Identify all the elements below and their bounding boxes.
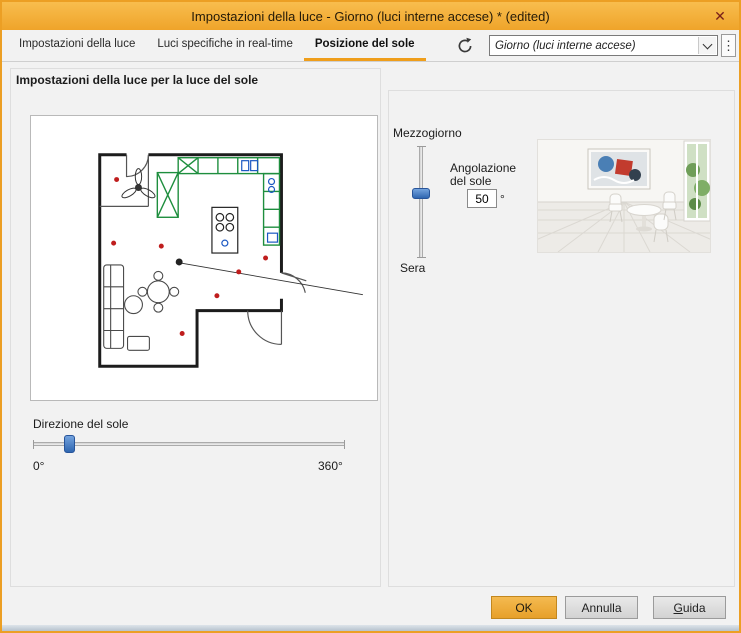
- help-button[interactable]: Guida: [653, 596, 726, 619]
- help-label-rest: uida: [682, 600, 706, 615]
- menu-dots-icon[interactable]: ⋮: [721, 34, 736, 57]
- tab-bar: Impostazioni della luce Luci specifiche …: [2, 30, 739, 62]
- floor-plan-preview: [30, 115, 378, 401]
- noon-label: Mezzogiorno: [393, 126, 462, 140]
- sun-angle-field-row: °: [467, 189, 505, 208]
- tab-posizione-del-sole[interactable]: Posizione del sole: [303, 30, 426, 61]
- slider-track[interactable]: [33, 442, 345, 446]
- help-accesskey: G: [673, 600, 683, 615]
- refresh-icon[interactable]: [456, 37, 474, 55]
- light-preset-select[interactable]: Giorno (luci interne accese): [489, 35, 718, 56]
- slider-tick-top: [417, 146, 426, 147]
- sun-elevation-slider-thumb[interactable]: [412, 188, 430, 199]
- direction-max-label: 360°: [318, 459, 343, 473]
- degree-symbol: °: [500, 191, 505, 206]
- window-bottom-edge: [2, 625, 739, 631]
- sun-render-preview-image: [507, 139, 739, 253]
- tab-impostazioni-della-luce[interactable]: Impostazioni della luce: [8, 30, 146, 58]
- dialog-title: Impostazioni della luce - Giorno (luci i…: [191, 8, 550, 24]
- slider-tick-end: [344, 440, 345, 449]
- room-render: [507, 140, 739, 253]
- light-preset-value: Giorno (luci interne accese): [495, 39, 636, 52]
- sun-angle-label: Angolazione del sole: [450, 162, 516, 188]
- sun-direction-slider[interactable]: [33, 435, 345, 453]
- light-settings-dialog: Impostazioni della luce - Giorno (luci i…: [0, 0, 741, 633]
- slider-tick-bottom: [417, 257, 426, 258]
- slider-track[interactable]: [419, 146, 423, 258]
- sun-angle-label-line2: del sole: [450, 174, 492, 188]
- direction-min-label: 0°: [33, 459, 45, 473]
- chevron-down-icon: [698, 37, 716, 54]
- title-bar: Impostazioni della luce - Giorno (luci i…: [2, 2, 739, 31]
- sun-direction-label: Direzione del sole: [33, 417, 129, 431]
- close-icon[interactable]: ✕: [711, 7, 729, 25]
- sun-angle-input[interactable]: [467, 189, 497, 208]
- sun-settings-header: Impostazioni della luce per la luce del …: [16, 73, 259, 87]
- sun-elevation-slider[interactable]: [412, 146, 430, 258]
- sun-direction-slider-thumb[interactable]: [64, 435, 75, 453]
- cancel-button[interactable]: Annulla: [565, 596, 638, 619]
- tab-luci-specifiche-real-time[interactable]: Luci specifiche in real-time: [146, 30, 304, 58]
- slider-tick-start: [33, 440, 34, 449]
- evening-label: Sera: [400, 261, 426, 275]
- ok-button[interactable]: OK: [491, 596, 557, 619]
- floor-plan-drawing: [98, 153, 363, 368]
